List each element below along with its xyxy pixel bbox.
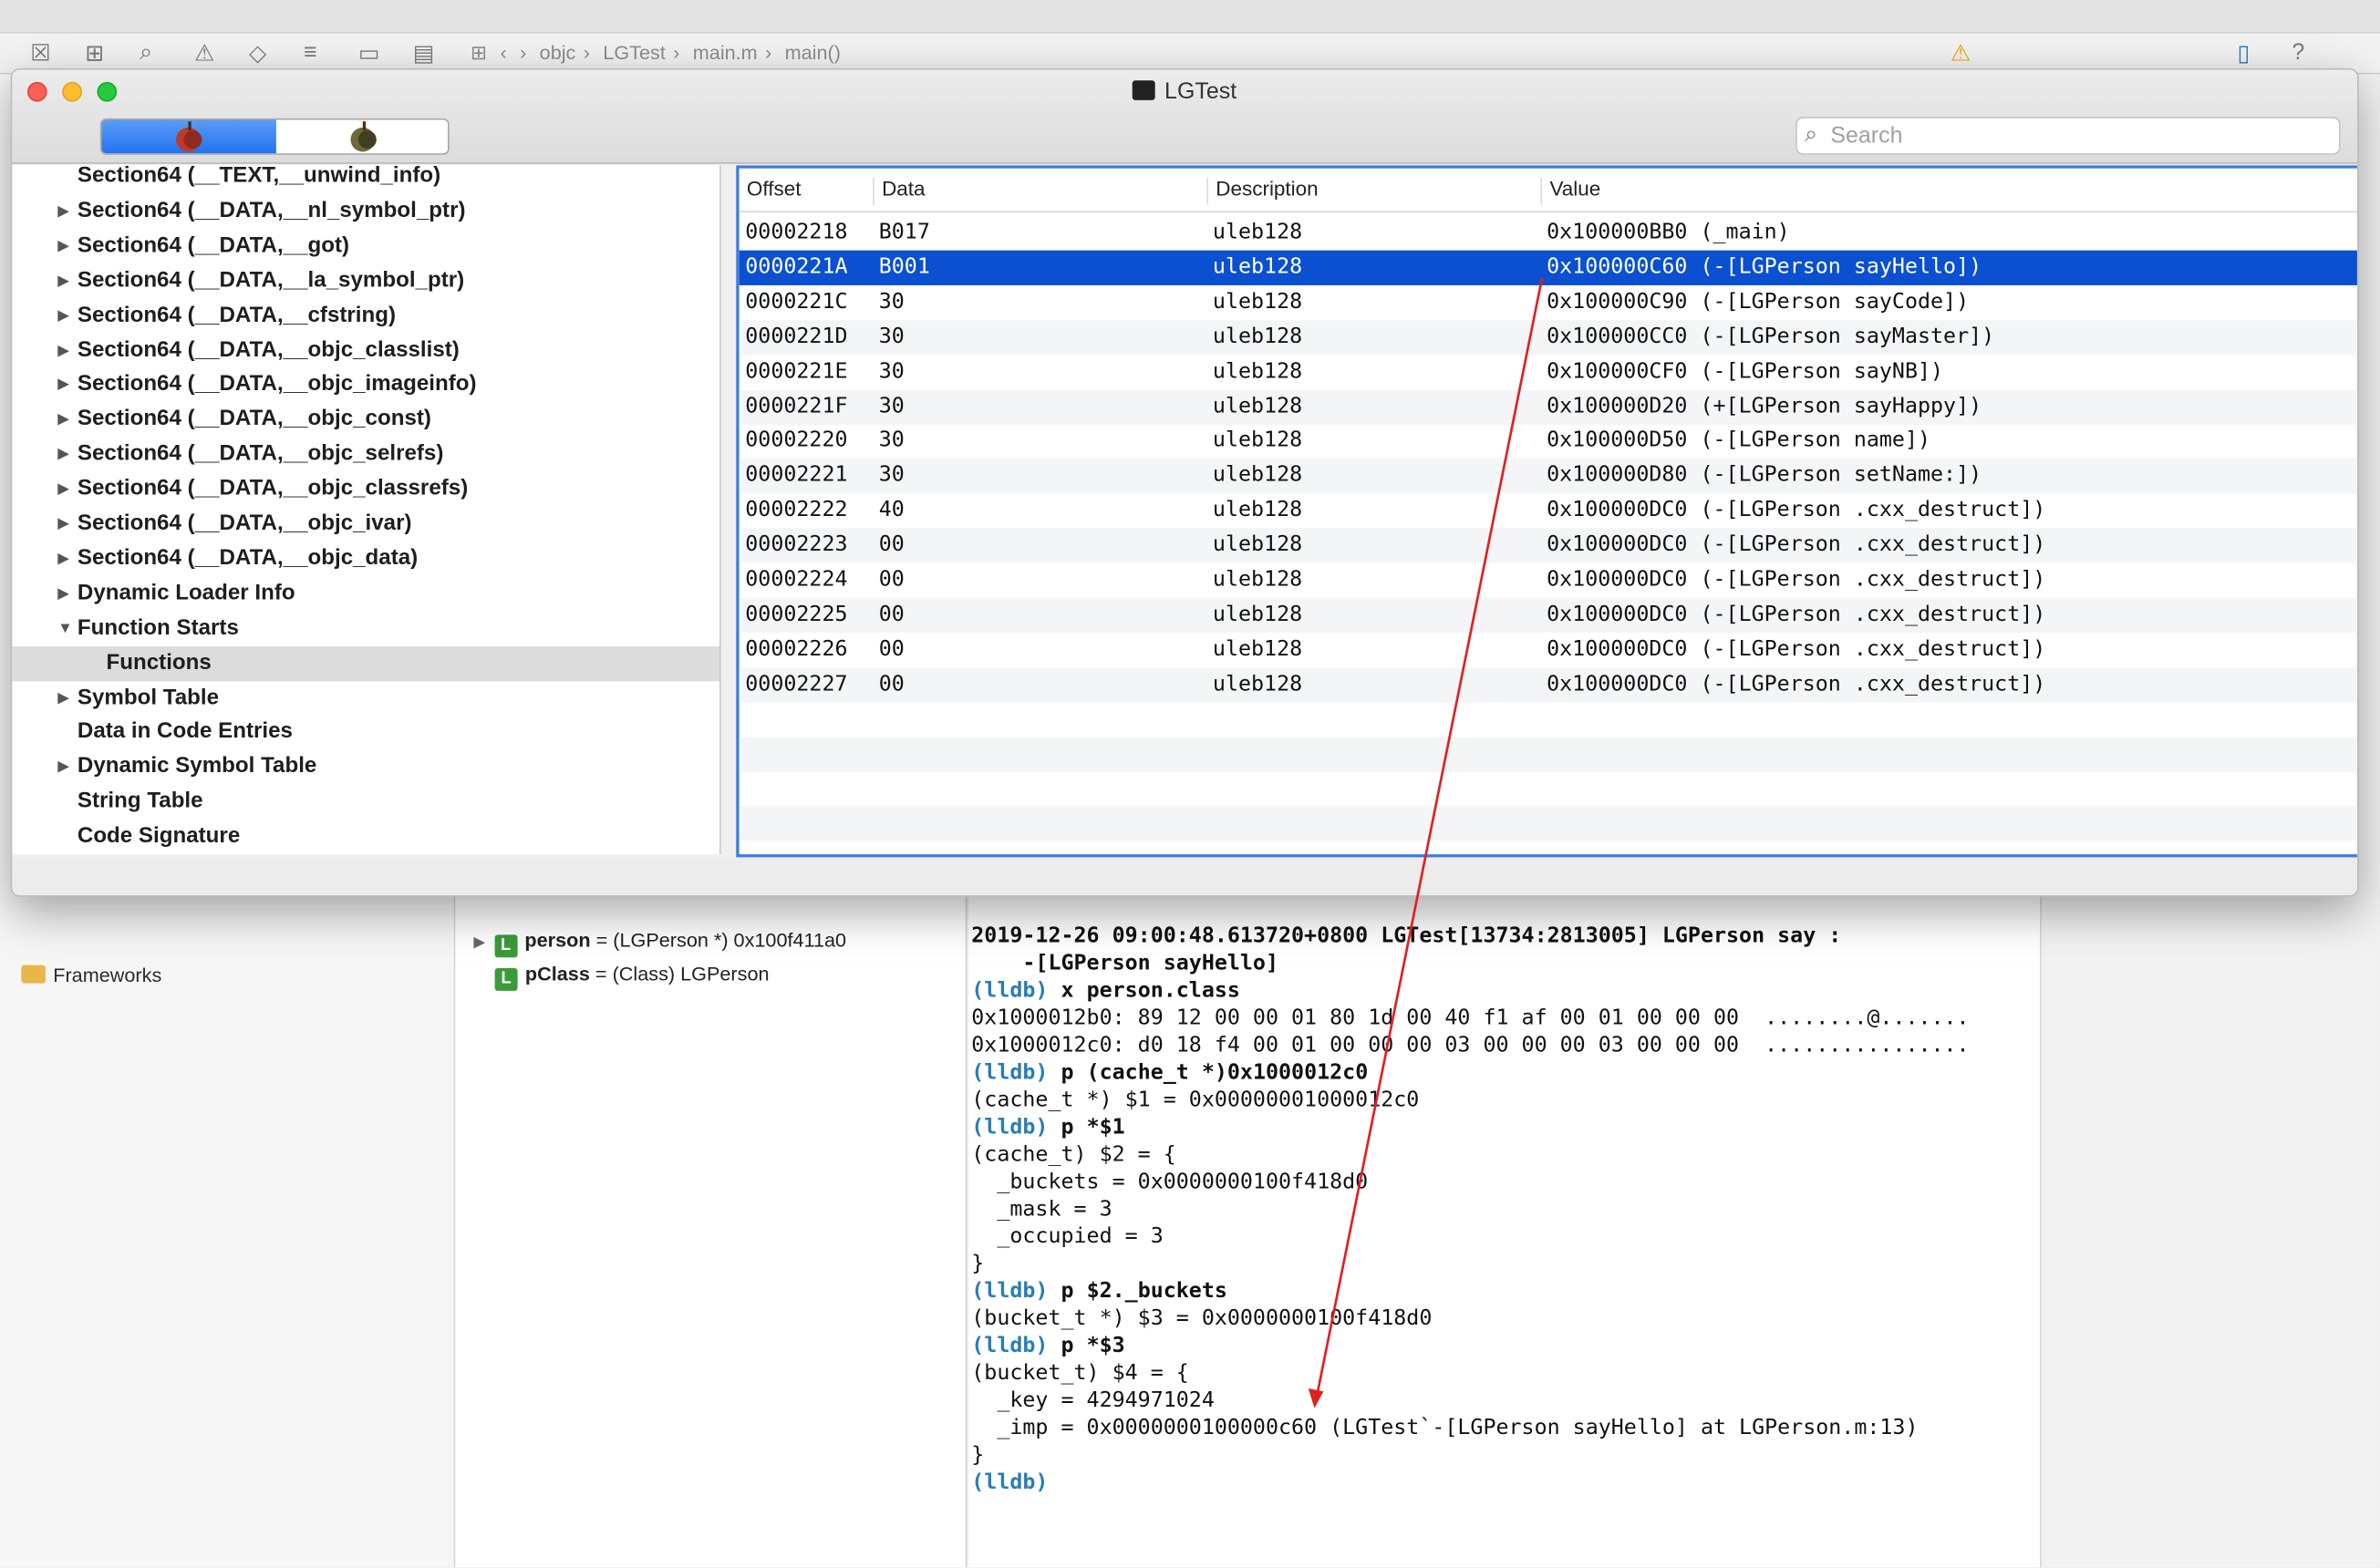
- screen: ☒ ⊞ ⌕ ⚠ ◇ ≡ ▭ ▤ ⊞ ‹ › objc › LGTest › main…: [0, 0, 2380, 1568]
- annotation-arrow: [1308, 277, 1544, 1408]
